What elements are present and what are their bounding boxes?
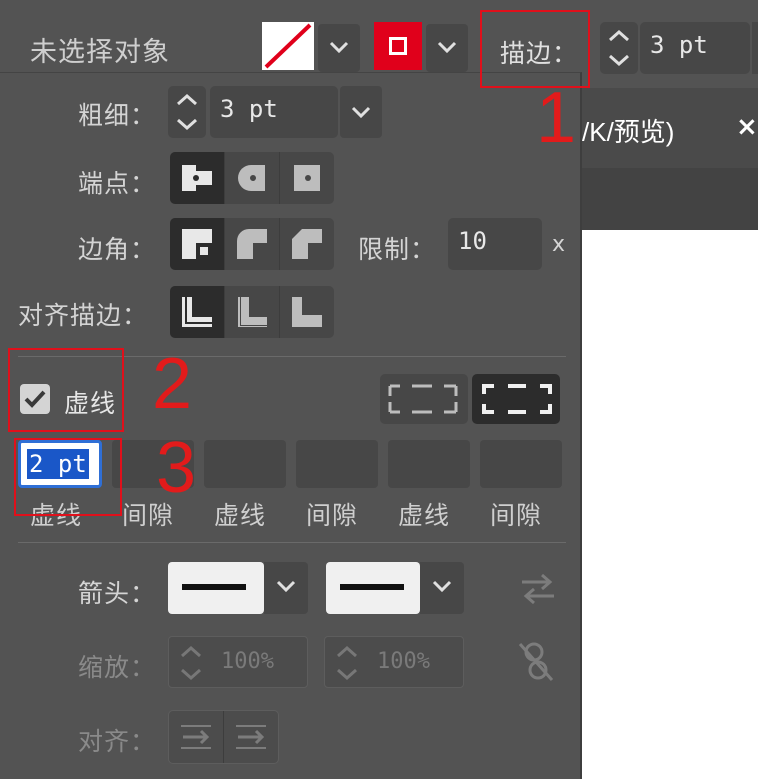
- link-scale-icon[interactable]: [516, 640, 556, 684]
- chevron-down-icon: [432, 580, 452, 593]
- align-stroke-group: [170, 286, 334, 338]
- arrow-end-button[interactable]: [224, 711, 278, 763]
- arrow-tip-at-end-icon: [236, 725, 266, 749]
- gap-2-input[interactable]: [296, 440, 378, 488]
- stroke-swatch[interactable]: [374, 22, 422, 70]
- arrow-tip-beyond-icon: [181, 725, 211, 749]
- chevron-down-icon: [437, 41, 457, 54]
- end-arrowhead-select[interactable]: [326, 562, 420, 614]
- end-scale-value: 100%: [377, 649, 430, 674]
- fill-swatch[interactable]: [262, 22, 314, 70]
- fill-dropdown-button[interactable]: [318, 24, 360, 72]
- chevron-down-icon: [351, 106, 371, 119]
- chevron-down-icon: [276, 580, 296, 593]
- no-arrowhead-preview: [182, 584, 246, 590]
- round-join-button[interactable]: [225, 218, 280, 270]
- butt-cap-icon: [182, 165, 212, 191]
- artboard-canvas[interactable]: [582, 230, 758, 779]
- swap-arrowheads-icon[interactable]: [520, 572, 556, 604]
- weight-stepper[interactable]: [168, 86, 206, 138]
- projecting-cap-icon: [294, 165, 320, 191]
- close-icon[interactable]: ×: [736, 112, 758, 142]
- stepper-arrows-icon: [609, 29, 629, 67]
- weight-dropdown-button[interactable]: [340, 86, 382, 138]
- start-arrowhead-select[interactable]: [168, 562, 264, 614]
- butt-cap-button[interactable]: [170, 152, 225, 204]
- stroke-weight-input[interactable]: 3 pt: [640, 22, 750, 74]
- scale-label: 缩放：: [78, 653, 157, 682]
- annotation-number-3: 3: [156, 428, 197, 508]
- annotation-box-2: [8, 348, 124, 432]
- align-center-icon: [182, 297, 212, 327]
- start-scale-value: 100%: [221, 649, 274, 674]
- limit-unit: x: [552, 232, 567, 257]
- annotation-box-1: [480, 10, 590, 88]
- gap-3-caption: 间隙: [490, 501, 543, 530]
- gap-3-input[interactable]: [480, 440, 562, 488]
- arrowhead-label: 箭头：: [78, 579, 157, 608]
- end-scale-field[interactable]: 100%: [324, 636, 464, 688]
- preserve-dash-button[interactable]: [380, 374, 468, 424]
- ruler: [582, 168, 758, 230]
- section-divider: [18, 542, 566, 543]
- stroke-dropdown-button[interactable]: [426, 24, 468, 72]
- cap-label: 端点：: [78, 169, 157, 198]
- start-scale-field[interactable]: 100%: [168, 636, 308, 688]
- toolbar-overflow: [752, 22, 758, 74]
- align-inside-button[interactable]: [225, 286, 280, 338]
- no-arrowhead-preview: [340, 584, 404, 590]
- start-arrowhead-dropdown[interactable]: [264, 562, 308, 614]
- end-arrowhead-dropdown[interactable]: [420, 562, 464, 614]
- weight-input[interactable]: 3 pt: [210, 86, 338, 138]
- none-fill-icon: [264, 23, 312, 69]
- stepper-arrows-icon: [177, 93, 197, 131]
- stepper-arrows-icon: [337, 645, 357, 681]
- miter-join-icon: [182, 229, 212, 259]
- stepper-arrows-icon: [181, 645, 201, 681]
- bevel-join-button[interactable]: [280, 218, 334, 270]
- dash-3-input[interactable]: [388, 440, 470, 488]
- dash-3-caption: 虚线: [398, 501, 451, 530]
- align-stroke-label: 对齐描边：: [18, 301, 149, 330]
- selection-status: 未选择对象: [30, 37, 170, 68]
- corner-label: 边角：: [78, 235, 157, 264]
- round-cap-icon: [238, 165, 265, 191]
- annotation-box-3: [14, 438, 122, 516]
- document-tab-title: /K/预览): [582, 117, 675, 147]
- align-outside-icon: [292, 297, 322, 327]
- corner-button-group: [170, 218, 334, 270]
- miter-join-button[interactable]: [170, 218, 225, 270]
- round-join-icon: [237, 229, 267, 259]
- round-cap-button[interactable]: [225, 152, 280, 204]
- gap-2-caption: 间隙: [306, 501, 359, 530]
- align-inside-icon: [238, 297, 267, 327]
- stroke-swatch-inner: [389, 37, 407, 55]
- align-center-button[interactable]: [170, 286, 225, 338]
- chevron-down-icon: [329, 41, 349, 54]
- arrow-align-group: [168, 710, 279, 764]
- stroke-weight-stepper[interactable]: [600, 22, 638, 74]
- arrow-extend-button[interactable]: [169, 711, 224, 763]
- weight-label: 粗细：: [78, 101, 157, 130]
- bevel-join-icon: [292, 229, 322, 259]
- cap-button-group: [170, 152, 334, 204]
- limit-label: 限制：: [358, 235, 437, 264]
- dash-2-caption: 虚线: [214, 501, 267, 530]
- align-outside-button[interactable]: [280, 286, 334, 338]
- projecting-cap-button[interactable]: [280, 152, 334, 204]
- dash-2-input[interactable]: [204, 440, 286, 488]
- arrow-align-label: 对齐：: [78, 727, 157, 756]
- dash-preserve-icon: [388, 384, 458, 414]
- miter-limit-input[interactable]: 10: [448, 218, 542, 270]
- align-dash-corners-button[interactable]: [472, 374, 560, 424]
- annotation-number-2: 2: [152, 344, 193, 424]
- annotation-number-1: 1: [536, 78, 577, 158]
- dash-align-corners-icon: [482, 384, 552, 414]
